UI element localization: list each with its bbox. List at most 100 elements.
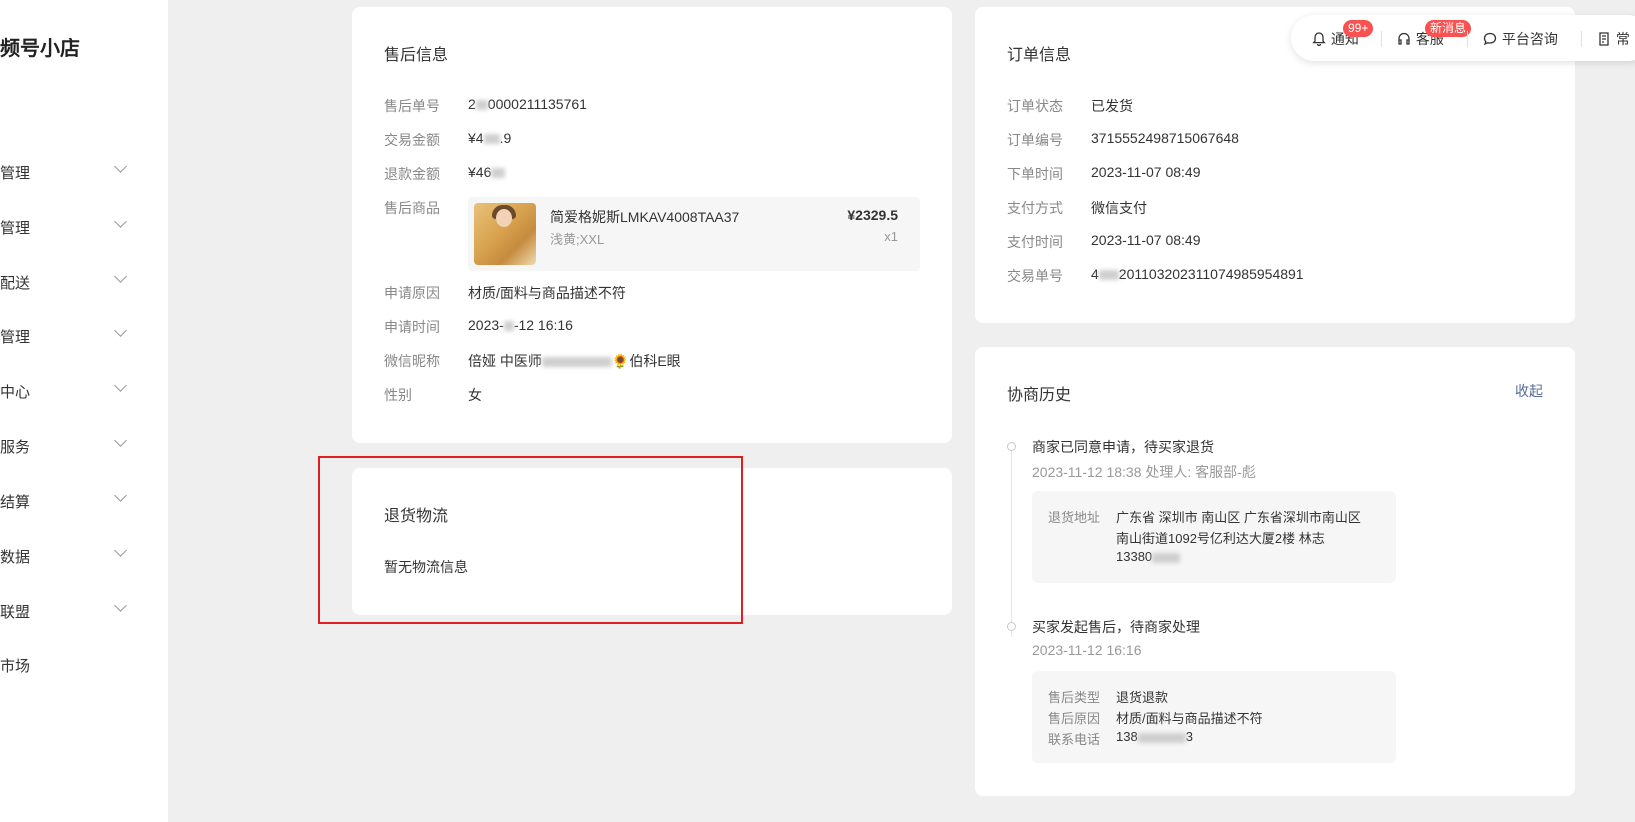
event-meta: 2023-11-12 18:38 处理人: 客服部-彪 <box>1032 464 1256 480</box>
sidebar-item-6[interactable]: 服务 <box>0 430 140 460</box>
chevron-down-icon <box>114 489 127 502</box>
address-line2: 南山街道1092号亿利达大厦2楼 林志 <box>1116 531 1325 546</box>
common-button[interactable]: 常 <box>1596 29 1630 49</box>
field-label: 售后原因 <box>1048 711 1101 726</box>
sidebar-item-10[interactable]: 市场 <box>0 649 140 679</box>
phone-prefix: 138 <box>1116 729 1138 744</box>
field-label: 售后类型 <box>1048 690 1101 705</box>
sidebar-item-label: 管理 <box>0 329 31 346</box>
consult-button[interactable]: 平台咨询 <box>1482 29 1558 49</box>
product-thumbnail <box>474 203 536 265</box>
sidebar-item-8[interactable]: 数据 <box>0 540 140 570</box>
redaction-blur <box>1152 552 1181 563</box>
product-card[interactable]: 简爱格妮斯LMKAV4008TAA37 浅黄;XXL ¥2329.5 x1 <box>468 197 920 271</box>
chevron-down-icon <box>114 599 127 612</box>
product-qty: x1 <box>884 229 898 244</box>
chevron-down-icon <box>114 379 127 392</box>
address-line3: 13380 <box>1116 549 1181 564</box>
aftersale-no-suffix: 0000211135761 <box>487 96 587 112</box>
field-value: 材质/面料与商品描述不符 <box>468 285 626 301</box>
phone-suffix: 3 <box>1185 729 1193 744</box>
apply-time-suffix: -12 16:16 <box>513 317 573 333</box>
timeline-dot <box>1007 622 1016 631</box>
return-address-box: 退货地址 广东省 深圳市 南山区 广东省深圳市南山区 南山街道1092号亿利达大… <box>1032 491 1396 583</box>
divider <box>1381 31 1382 47</box>
nick-suffix: 🌻伯科E眼 <box>611 353 681 369</box>
timeline-dot <box>1007 442 1016 451</box>
event-title: 商家已同意申请，待买家退货 <box>1032 439 1214 455</box>
sidebar-item-2[interactable]: 管理 <box>0 211 140 241</box>
field-value: 4 20110320231107498595489​1 <box>1091 266 1304 282</box>
address-line1: 广东省 深圳市 南山区 广东省深圳市南山区 <box>1116 510 1361 525</box>
trade-no-suffix: 20110320231107498595489​1 <box>1118 266 1304 282</box>
field-value: 2023- -12 16:16 <box>468 317 573 333</box>
timeline-line <box>1011 447 1012 637</box>
chevron-down-icon <box>114 215 127 228</box>
field-value: 倍娅 中医师 🌻伯科E眼 <box>468 351 681 371</box>
chevron-down-icon <box>114 270 127 283</box>
sidebar-item-label: 管理 <box>0 220 31 237</box>
sidebar-item-label: 联盟 <box>0 604 31 621</box>
service-badge: 新消息 <box>1425 20 1472 37</box>
collapse-link[interactable]: 收起 <box>1515 381 1543 401</box>
sidebar: 频号小店 管理 管理 配送 管理 中心 服务 结算 数据 联盟 市场 <box>0 0 168 822</box>
field-value: 微信支付 <box>1091 200 1147 216</box>
chevron-down-icon <box>114 160 127 173</box>
apply-time-prefix: 2023- <box>468 317 504 333</box>
headset-icon <box>1398 32 1410 45</box>
field-value: 138 3 <box>1116 729 1193 744</box>
field-value: 女 <box>468 387 482 403</box>
field-value: 2023-11-07 08:49 <box>1091 232 1201 248</box>
history-title: 协商历史 <box>1007 387 1072 404</box>
common-label: 常 <box>1615 31 1630 47</box>
trade-amount-suffix: .9 <box>499 130 512 146</box>
aftersale-no-prefix: 2 <box>468 96 476 112</box>
aftersale-card: 售后信息 售后单号 2 0000211135761 交易金额 ¥4.9 退款金额 … <box>352 7 952 443</box>
chevron-down-icon <box>114 434 127 447</box>
field-label: 交易金额 <box>384 132 440 148</box>
redaction-blur <box>483 134 500 145</box>
sidebar-item-label: 数据 <box>0 549 31 566</box>
field-label: 订单编号 <box>1007 132 1063 148</box>
field-label: 联系电话 <box>1048 732 1101 747</box>
address-phone: 13380 <box>1116 549 1153 564</box>
floating-toolbar: 通知 99+ 客服 新消息 平台咨询 常 <box>1291 15 1635 61</box>
field-value: 2 0000211135761 <box>468 96 587 112</box>
sidebar-item-3[interactable]: 配送 <box>0 266 140 296</box>
field-label: 售后商品 <box>384 200 440 216</box>
highlight-annotation-box <box>318 456 743 624</box>
field-label: 交易单号 <box>1007 268 1063 284</box>
field-label: 下单时间 <box>1007 166 1063 182</box>
field-label: 售后单号 <box>384 98 440 114</box>
trade-amount-prefix: ¥4 <box>468 130 484 146</box>
history-card: 协商历史 收起 商家已同意申请，待买家退货 2023-11-12 18:38 处… <box>975 347 1575 796</box>
product-price: ¥2329.5 <box>847 207 898 223</box>
field-label: 退货地址 <box>1048 510 1101 525</box>
sidebar-item-4[interactable]: 管理 <box>0 320 140 350</box>
field-label: 微信昵称 <box>384 353 440 369</box>
aftersale-title: 售后信息 <box>384 47 449 64</box>
sidebar-item-label: 管理 <box>0 165 31 182</box>
sidebar-item-label: 服务 <box>0 439 31 456</box>
sidebar-item-5[interactable]: 中心 <box>0 375 140 405</box>
redaction-blur <box>503 321 514 332</box>
redaction-blur <box>491 168 506 179</box>
sidebar-item-label: 配送 <box>0 275 31 292</box>
field-value: 3715552498715067648 <box>1091 130 1239 146</box>
event-title: 买家发起售后，待商家处理 <box>1032 619 1200 635</box>
order-title: 订单信息 <box>1007 47 1072 64</box>
nick-prefix: 倍娅 中医师 <box>468 353 542 369</box>
field-label: 申请原因 <box>384 285 440 301</box>
redaction-blur <box>475 100 488 111</box>
field-value: 材质/面料与商品描述不符 <box>1116 711 1263 726</box>
sidebar-item-9[interactable]: 联盟 <box>0 595 140 625</box>
store-brand: 频号小店 <box>0 38 80 60</box>
bell-icon <box>1312 32 1326 47</box>
field-value: ¥46 <box>468 164 506 180</box>
event-meta: 2023-11-12 16:16 <box>1032 642 1142 658</box>
document-icon <box>1599 32 1609 46</box>
trade-no-prefix: 4 <box>1091 266 1099 282</box>
sidebar-item-label: 结算 <box>0 494 31 511</box>
sidebar-item-1[interactable]: 管理 <box>0 156 140 186</box>
sidebar-item-7[interactable]: 结算 <box>0 485 140 515</box>
